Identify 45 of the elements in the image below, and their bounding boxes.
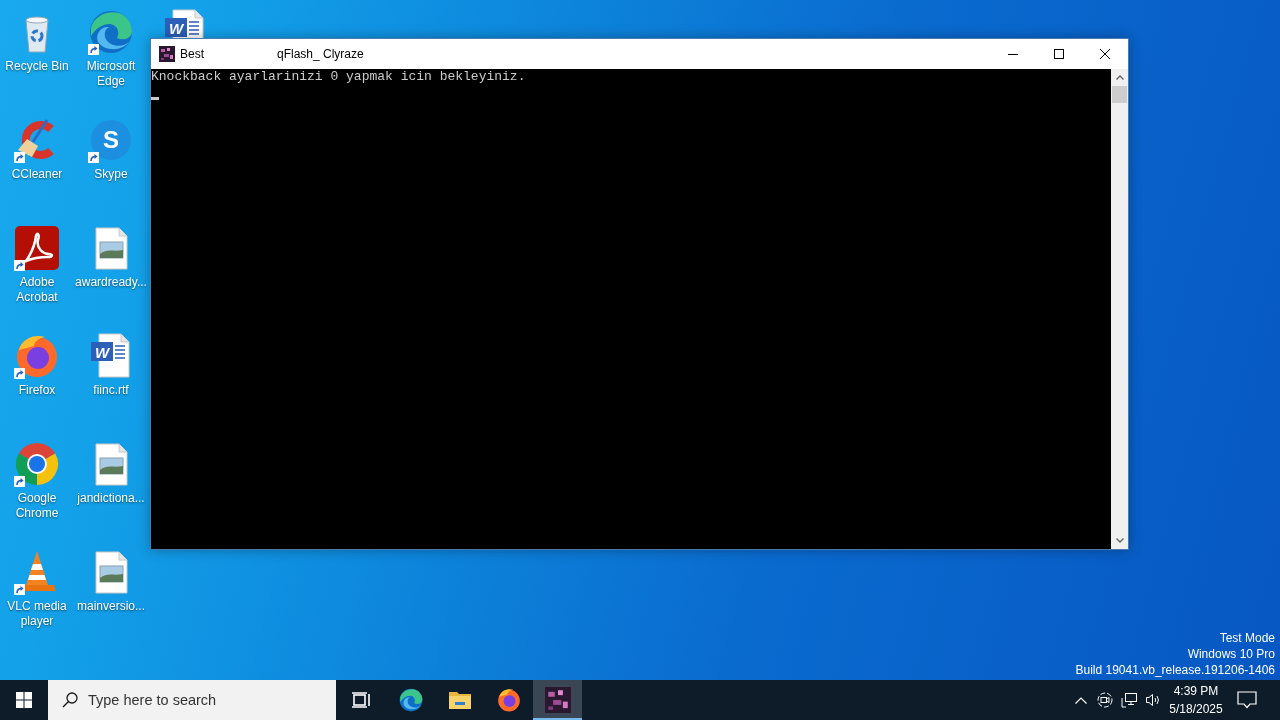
console-line: Knockback ayarlarinizi 0 yapmak icin bekleyiniz.: [151, 69, 526, 85]
desktop-icon-label[interactable]: Google Chrome: [0, 491, 74, 521]
scrollbar-thumb[interactable]: [1112, 86, 1127, 103]
app-window-icon: [544, 687, 571, 713]
task-view-icon: [351, 690, 371, 710]
os-notice-text: Windows 10 Pro: [1187, 646, 1275, 662]
clock-date[interactable]: 5/18/2025: [1169, 700, 1223, 718]
cursor-icon: [151, 97, 159, 100]
desktop-icon-label[interactable]: VLC media player: [0, 599, 74, 629]
clock-time[interactable]: 4:39 PM: [1173, 682, 1219, 700]
window-app-name: Best: [180, 46, 204, 63]
caret-up-icon: [1115, 75, 1124, 80]
speech-bubble-icon: [1237, 691, 1257, 709]
desktop-icon-label[interactable]: Microsoft Edge: [74, 59, 148, 89]
desktop-icon-label[interactable]: awardready...: [75, 275, 147, 290]
windows-logo-icon: [16, 692, 32, 708]
desktop-icon-label[interactable]: mainversio...: [77, 599, 145, 614]
desktop-icon-label[interactable]: fiinc.rtf: [93, 383, 129, 398]
edge-logo-icon[interactable]: [87, 8, 135, 56]
search-field[interactable]: Type here to search: [48, 680, 336, 720]
scrollbar[interactable]: [1111, 69, 1128, 549]
desktop-icon-label[interactable]: CCleaner: [11, 167, 63, 182]
edge-logo-icon[interactable]: [397, 687, 424, 713]
os-notice-text: Test Mode: [1219, 630, 1275, 646]
maximize-icon: [1054, 49, 1064, 59]
desktop-icon-label[interactable]: Adobe Acrobat: [0, 275, 74, 305]
search-icon: [62, 692, 78, 708]
acrobat-logo-icon[interactable]: [13, 224, 61, 272]
desktop-icon-label[interactable]: Firefox: [18, 383, 56, 398]
desktop-icon-label[interactable]: jandictiona...: [77, 491, 145, 506]
window-title: qFlash_ Clyraze: [277, 46, 364, 63]
os-notice-text: Build 19041.vb_release.191206-1406: [1075, 662, 1275, 678]
network-icon: [1121, 692, 1137, 708]
desktop-icon-label[interactable]: Skype: [94, 167, 128, 182]
speaker-icon: [1145, 692, 1161, 708]
caret-down-icon: [1115, 538, 1124, 543]
firefox-logo-icon[interactable]: [495, 687, 522, 713]
close-icon: [1100, 49, 1110, 59]
chrome-logo-icon[interactable]: [13, 440, 61, 488]
minimize-icon: [1008, 53, 1018, 55]
chevron-up-icon: [1075, 696, 1087, 704]
app-window-icon: [159, 46, 175, 62]
desktop-icon-label[interactable]: Recycle Bin: [5, 59, 69, 74]
taskbar-app-button[interactable]: [533, 680, 582, 720]
camera-icon: [1097, 692, 1113, 708]
